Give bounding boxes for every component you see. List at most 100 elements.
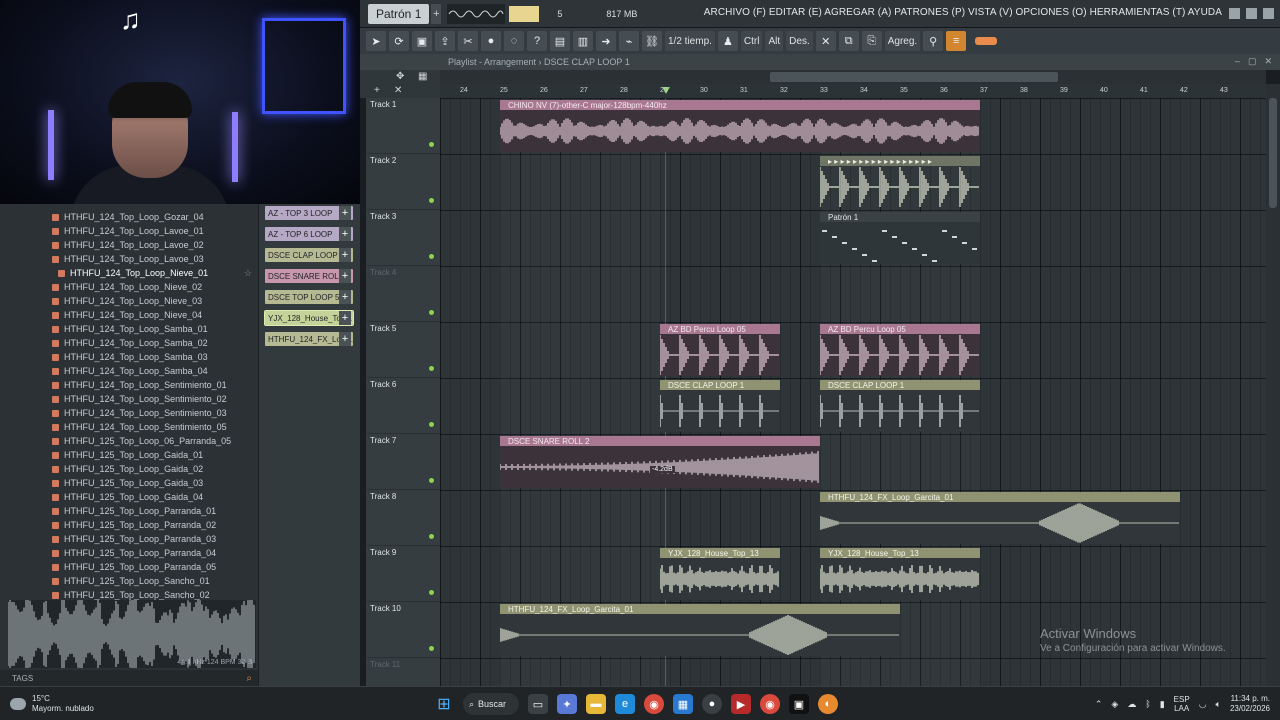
track-header[interactable]: Track 9 xyxy=(366,546,440,602)
browser-item[interactable]: HTHFU_125_Top_Loop_Gaida_04 xyxy=(0,490,258,504)
track-active-led[interactable] xyxy=(429,198,434,203)
piano-roll-icon[interactable]: ▥ xyxy=(573,31,593,51)
browser-item[interactable]: HTHFU_124_Top_Loop_Sentimiento_02 xyxy=(0,392,258,406)
browser-item[interactable]: HTHFU_125_Top_Loop_Sancho_01 xyxy=(0,574,258,588)
add-pattern-button[interactable]: + xyxy=(431,3,442,24)
volume-icon[interactable]: 🔈︎ xyxy=(1216,699,1221,710)
search-icon[interactable]: ⌕ xyxy=(246,673,252,684)
track-header[interactable]: Track 3 xyxy=(366,210,440,266)
pattern-selector[interactable]: Patrón 1 xyxy=(368,3,430,24)
playlist-clip[interactable]: CHINO NV (7)-other-C major-128bpm-440hz xyxy=(500,100,980,152)
clock[interactable]: 11:34 p. m. 23/02/2026 xyxy=(1230,694,1270,714)
track-header[interactable]: Track 8 xyxy=(366,490,440,546)
playlist-clip[interactable]: HTHFU_124_FX_Loop_Garcita_01 xyxy=(500,604,900,656)
scrollbar-thumb[interactable] xyxy=(770,72,1058,82)
browser-icon[interactable]: ▤ xyxy=(550,31,570,51)
track-header[interactable]: Track 2 xyxy=(366,154,440,210)
browser-item[interactable]: HTHFU_125_Top_Loop_Parranda_03 xyxy=(0,532,258,546)
browser-item[interactable]: HTHFU_124_Top_Loop_Samba_03 xyxy=(0,350,258,364)
maximize-icon[interactable]: ▢ xyxy=(1248,56,1257,67)
playlist-clip[interactable]: YJX_128_House_Top_13 xyxy=(820,548,980,600)
loop-icon[interactable]: ⟳ xyxy=(389,31,409,51)
add-clip-icon[interactable]: + xyxy=(339,206,351,220)
minimize-icon[interactable]: – xyxy=(1235,56,1240,67)
app-red-icon[interactable]: ▶ xyxy=(731,694,751,714)
track-header[interactable]: Track 11 xyxy=(366,658,440,686)
help-icon[interactable]: ? xyxy=(527,31,547,51)
vertical-scrollbar[interactable] xyxy=(1266,84,1280,686)
track-header[interactable]: Track 10 xyxy=(366,602,440,658)
browser-item[interactable]: HTHFU_125_Top_Loop_06_Parranda_05 xyxy=(0,434,258,448)
task-view-icon[interactable]: ▭ xyxy=(528,694,548,714)
chrome-icon[interactable]: ◉ xyxy=(644,694,664,714)
snap-selector[interactable]: 1/2 tiemp. xyxy=(665,31,715,51)
timeline-ruler[interactable]: 24 25 26 27 28 29 30 31 32 33 34 35 36 37 38 39 40 41 42 43 xyxy=(440,84,1266,98)
bluetooth-icon[interactable]: ᛒ xyxy=(1145,699,1150,709)
browser-item[interactable]: HTHFU_125_Top_Loop_Parranda_02 xyxy=(0,518,258,532)
close-icon[interactable]: ✕ xyxy=(1264,56,1272,67)
browser-item[interactable]: HTHFU_125_Top_Loop_Gaida_03 xyxy=(0,476,258,490)
track-active-led[interactable] xyxy=(429,478,434,483)
ctrl-button[interactable]: Ctrl xyxy=(740,31,763,51)
playlist-clip[interactable]: AZ BD Percu Loop 05 xyxy=(660,324,780,376)
add-clip-icon[interactable]: + xyxy=(339,290,351,304)
browser-item[interactable]: HTHFU_125_Top_Loop_Parranda_04 xyxy=(0,546,258,560)
chat-icon[interactable]: ◌ xyxy=(504,31,524,51)
track-active-led[interactable] xyxy=(429,310,434,315)
picker-clip-button[interactable]: AZ - TOP 6 LOOP + xyxy=(265,227,353,241)
scissors-icon[interactable]: ✂ xyxy=(458,31,478,51)
save-icon[interactable]: ▣ xyxy=(412,31,432,51)
browser-item[interactable]: HTHFU_124_Top_Loop_Lavoe_03 xyxy=(0,252,258,266)
add-track-icon[interactable]: + xyxy=(374,85,380,96)
track-active-led[interactable] xyxy=(429,590,434,595)
delete-icon[interactable]: ✕ xyxy=(815,31,836,51)
move-icon[interactable]: ✥ xyxy=(396,71,404,82)
track-header[interactable]: Track 1 xyxy=(366,98,440,154)
windows-start-icon[interactable]: ⊞ xyxy=(434,694,454,714)
metronome-icon[interactable]: ⚲ xyxy=(923,31,944,51)
language-indicator[interactable]: ESP LAA xyxy=(1174,695,1190,713)
track-active-led[interactable] xyxy=(429,534,434,539)
fl-studio-icon[interactable]: ◐ xyxy=(818,694,838,714)
track-active-led[interactable] xyxy=(429,366,434,371)
picker-clip-button[interactable]: DSCE CLAP LOOP 1 + xyxy=(265,248,353,262)
github-icon[interactable]: ● xyxy=(702,694,722,714)
track-active-led[interactable] xyxy=(429,254,434,259)
browser-item[interactable]: HTHFU_124_Top_Loop_Sentimiento_03 xyxy=(0,406,258,420)
horizontal-scrollbar[interactable] xyxy=(440,70,1266,84)
track-header[interactable]: Track 7 xyxy=(366,434,440,490)
restore-icon[interactable] xyxy=(1246,8,1257,19)
star-icon[interactable]: ☆ xyxy=(244,268,252,279)
export-icon[interactable]: ⇪ xyxy=(435,31,455,51)
playlist-clip[interactable]: DSCE SNARE ROLL 2 -4.2dB xyxy=(500,436,820,488)
stamp-icon[interactable]: ♟ xyxy=(717,31,738,51)
add-clip-icon[interactable]: + xyxy=(339,269,351,283)
undo-button[interactable]: Des. xyxy=(786,31,813,51)
browser-item-selected[interactable]: HTHFU_124_Top_Loop_Nieve_01 ☆ xyxy=(0,266,258,280)
close-icon[interactable] xyxy=(1263,8,1274,19)
browser-item[interactable]: HTHFU_124_Top_Loop_Sentimiento_01 xyxy=(0,378,258,392)
playlist-clip[interactable]: DSCE CLAP LOOP 1 xyxy=(820,380,980,432)
close-track-icon[interactable]: ✕ xyxy=(394,85,402,96)
track-header[interactable]: Track 4 xyxy=(366,266,440,322)
browser-item[interactable]: HTHFU_124_Top_Loop_Samba_04 xyxy=(0,364,258,378)
add-clip-icon[interactable]: + xyxy=(339,227,351,241)
search-box[interactable]: ⌕ Buscar xyxy=(463,693,519,715)
playlist-grid[interactable]: CHINO NV (7)-other-C major-128bpm-440hz ▸… xyxy=(440,98,1266,686)
browser-item[interactable]: HTHFU_124_Top_Loop_Nieve_02 xyxy=(0,280,258,294)
plugin-icon[interactable]: ⌁ xyxy=(619,31,639,51)
file-explorer-icon[interactable]: ▬ xyxy=(586,694,606,714)
picker-clip-button[interactable]: HTHFU_124_FX_Loop... + xyxy=(265,332,353,346)
track-header[interactable]: Track 5 xyxy=(366,322,440,378)
alt-button[interactable]: Alt xyxy=(765,31,784,51)
paste-icon[interactable]: ⎘ xyxy=(861,31,882,51)
track-active-led[interactable] xyxy=(429,422,434,427)
browser-item[interactable]: HTHFU_125_Top_Loop_Gaida_02 xyxy=(0,462,258,476)
picker-clip-button[interactable]: YJX_128_House_Top... + xyxy=(264,310,354,326)
browser-item[interactable]: HTHFU_124_Top_Loop_Samba_02 xyxy=(0,336,258,350)
browser-item[interactable]: HTHFU_124_Top_Loop_Nieve_03 xyxy=(0,294,258,308)
mic-icon[interactable]: ● xyxy=(481,31,501,51)
copilot-icon[interactable]: ✦ xyxy=(557,694,577,714)
browser-item[interactable]: HTHFU_125_Top_Loop_Parranda_05 xyxy=(0,560,258,574)
browser-item[interactable]: HTHFU_124_Top_Loop_Samba_01 xyxy=(0,322,258,336)
